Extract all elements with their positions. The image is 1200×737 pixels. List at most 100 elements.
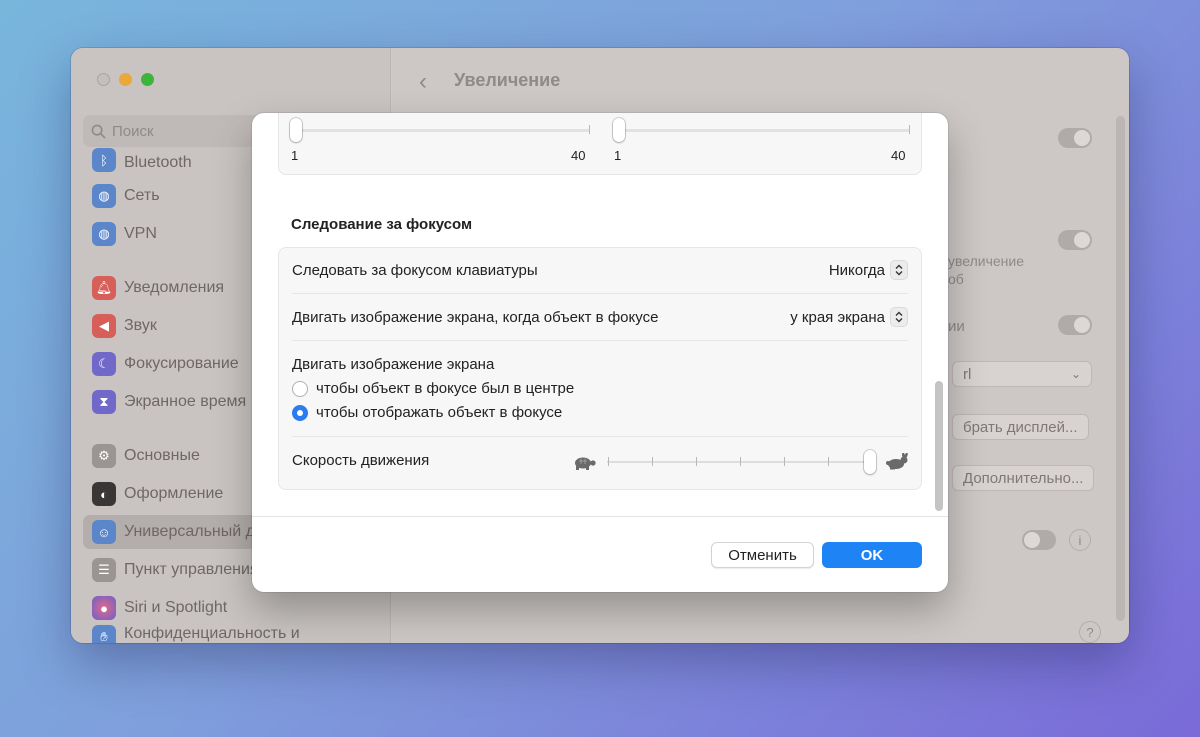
- sidebar-item-label: Bluetooth: [124, 154, 192, 171]
- slider2-min-label: 1: [614, 148, 622, 163]
- speed-tick: [740, 457, 741, 466]
- bg-select[interactable]: rl ⌄: [952, 361, 1092, 387]
- speed-tick: [696, 457, 697, 466]
- move-on-focus-popup[interactable]: у края экрана: [790, 307, 908, 327]
- sheet-scroll-area: 1 40 1 40 Следование за фокусом Следоват…: [252, 113, 948, 516]
- row-divider: [292, 436, 908, 437]
- advanced-label: Дополнительно...: [963, 469, 1084, 487]
- appearance-icon: ◐: [92, 482, 116, 506]
- radio-center-option[interactable]: чтобы объект в фокусе был в центре: [292, 380, 574, 397]
- slider2-max-label: 40: [891, 148, 906, 163]
- sidebar-item-label: Основные: [124, 447, 200, 464]
- slider-knob-2[interactable]: [613, 118, 625, 142]
- bg-toggle-4[interactable]: [1022, 530, 1056, 550]
- bg-toggle-2[interactable]: [1058, 230, 1092, 250]
- minimize-window-button[interactable]: [119, 73, 132, 86]
- bg-toggle-1[interactable]: [1058, 128, 1092, 148]
- chevron-down-icon: ⌄: [1070, 367, 1081, 381]
- keyboard-focus-value: Никогда: [828, 261, 885, 279]
- radio-button[interactable]: [292, 380, 308, 397]
- back-chevron-icon[interactable]: ‹: [419, 68, 427, 96]
- zoom-window-button[interactable]: [141, 73, 154, 86]
- info-icon[interactable]: i: [1069, 529, 1091, 551]
- row-divider: [292, 293, 908, 294]
- sidebar-item-label: Конфиденциальность и: [124, 625, 300, 642]
- globe-icon: ◍: [92, 184, 116, 208]
- control-center-icon: ☰: [92, 558, 116, 582]
- slider-end-tick-2: [909, 125, 910, 134]
- keyboard-focus-label: Следовать за фокусом клавиатуры: [292, 262, 538, 279]
- accessibility-icon: ☺: [92, 520, 116, 544]
- help-glyph: ?: [1086, 624, 1094, 640]
- slider-end-tick-1: [589, 125, 590, 134]
- sidebar-item-privacy[interactable]: ✋︎ Конфиденциальность и: [83, 625, 379, 643]
- sidebar-item-label: Экранное время: [124, 393, 247, 410]
- move-image-label: Двигать изображение экрана: [292, 356, 495, 373]
- turtle-icon: [575, 457, 596, 470]
- bg-toggle-3[interactable]: [1058, 315, 1092, 335]
- sidebar-item-label: Сеть: [124, 187, 160, 204]
- hourglass-icon: ⧗: [92, 390, 116, 414]
- bg-select-value: rl: [963, 365, 972, 383]
- radio-center-label: чтобы объект в фокусе был в центре: [316, 380, 575, 397]
- sheet-footer-divider: [252, 516, 948, 517]
- radio-show-option[interactable]: чтобы отображать объект в фокусе: [292, 404, 562, 421]
- search-placeholder: Поиск: [112, 122, 154, 140]
- moon-icon: ☾: [92, 352, 116, 376]
- traffic-lights: [97, 73, 154, 86]
- speed-tick: [608, 457, 609, 466]
- updown-chevron-icon: [890, 260, 908, 280]
- sidebar-item-label: Оформление: [124, 485, 224, 502]
- advanced-button[interactable]: Дополнительно...: [952, 465, 1095, 491]
- slider1-max-label: 40: [571, 148, 586, 163]
- slider-track-1: [294, 129, 590, 132]
- magnification-options-sheet: 1 40 1 40 Следование за фокусом Следоват…: [252, 113, 948, 592]
- sidebar-item-label: Уведомления: [124, 279, 225, 296]
- hand-icon: ✋︎: [92, 625, 116, 643]
- row-divider: [292, 340, 908, 341]
- gear-icon: ⚙: [92, 444, 116, 468]
- zoom-sliders-card: 1 40 1 40: [278, 113, 922, 175]
- speed-tick: [652, 457, 653, 466]
- updown-chevron-icon: [890, 307, 908, 327]
- bluetooth-icon: ᛒ: [92, 148, 116, 172]
- slider-knob-1[interactable]: [290, 118, 302, 142]
- move-on-focus-label: Двигать изображение экрана, когда объект…: [292, 309, 659, 326]
- keyboard-focus-popup[interactable]: Никогда: [829, 260, 908, 280]
- info-glyph: i: [1078, 532, 1082, 548]
- siri-icon: ●: [92, 596, 116, 620]
- speed-label: Скорость движения: [292, 452, 430, 469]
- bg-text-c: ии: [948, 318, 965, 335]
- slider1-min-label: 1: [291, 148, 299, 163]
- sidebar-item-label: Siri и Spotlight: [124, 599, 228, 616]
- cancel-button[interactable]: Отменить: [711, 542, 814, 568]
- rabbit-icon: [886, 453, 908, 470]
- choose-display-button[interactable]: брать дисплей...: [952, 414, 1089, 440]
- radio-button-selected[interactable]: [292, 404, 308, 421]
- globe-icon: ◍: [92, 222, 116, 246]
- bg-scrollbar[interactable]: [1116, 116, 1125, 621]
- focus-settings-card: Следовать за фокусом клавиатуры Никогда …: [278, 247, 922, 490]
- radio-show-label: чтобы отображать объект в фокусе: [316, 404, 563, 421]
- speaker-icon: ◀: [92, 314, 116, 338]
- search-icon: [91, 124, 106, 138]
- sidebar-item-label: VPN: [124, 225, 157, 242]
- speed-tick: [784, 457, 785, 466]
- sidebar-item-label: Пункт управления: [124, 561, 259, 578]
- sidebar-item-label: Фокусирование: [124, 355, 239, 372]
- slider-track-2: [617, 129, 910, 132]
- sidebar-item-label: Звук: [124, 317, 157, 334]
- ok-button[interactable]: OK: [822, 542, 922, 568]
- bell-icon: 🔔︎: [92, 276, 116, 300]
- section-title: Следование за фокусом: [291, 216, 473, 233]
- help-button[interactable]: ?: [1079, 621, 1101, 643]
- move-on-focus-value: у края экрана: [790, 308, 885, 326]
- choose-display-label: брать дисплей...: [963, 418, 1078, 436]
- close-window-button[interactable]: [97, 73, 110, 86]
- sidebar-item-siri[interactable]: ● Siri и Spotlight: [83, 591, 379, 625]
- speed-tick: [828, 457, 829, 466]
- page-title: Увеличение: [454, 70, 561, 90]
- bg-text-a: увеличение: [948, 253, 1025, 269]
- sheet-scrollbar[interactable]: [935, 381, 943, 511]
- speed-slider-knob[interactable]: [864, 450, 876, 474]
